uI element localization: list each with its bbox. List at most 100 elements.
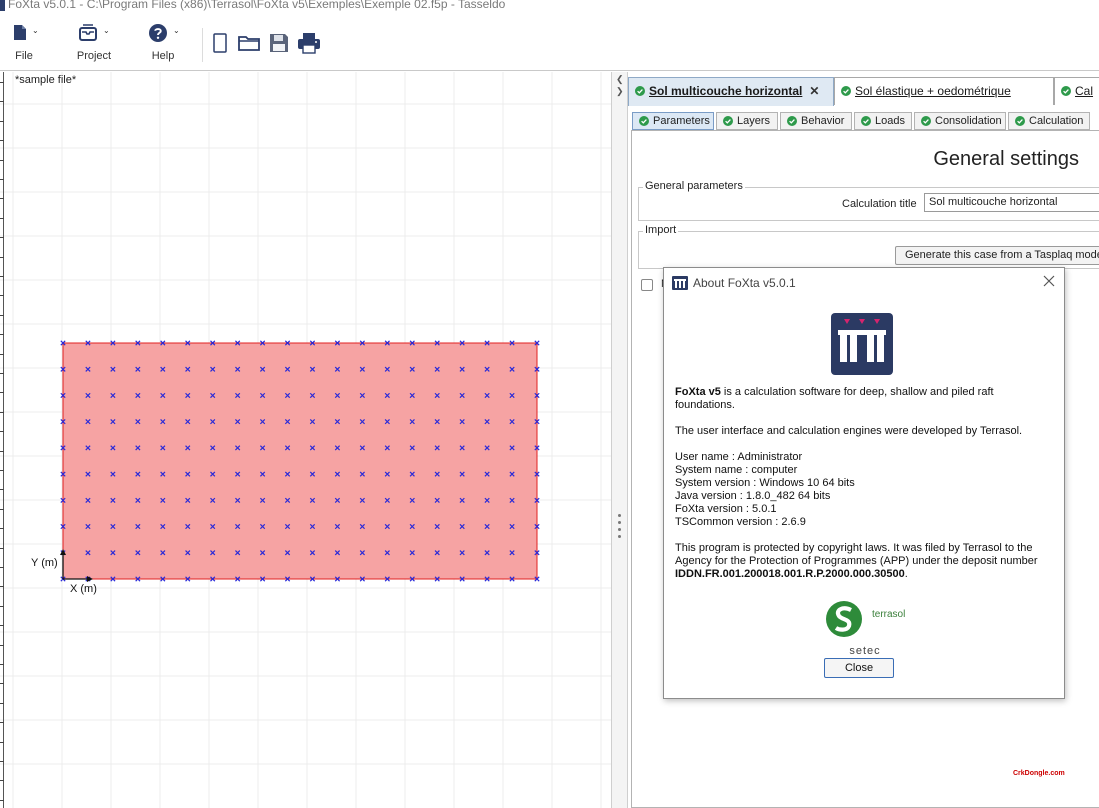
option-checkbox[interactable]: [641, 279, 653, 291]
generate-from-tasplaq-button[interactable]: Generate this case from a Tasplaq model: [895, 246, 1099, 265]
ruler-tick: [0, 761, 4, 762]
ruler-tick: [0, 800, 4, 801]
app-icon: [0, 0, 5, 11]
tab-calculation[interactable]: Calculation: [1008, 112, 1090, 130]
about-text: FoXta v5 is a calculation software for d…: [675, 386, 1055, 594]
file-caret-icon: ⌄: [32, 26, 39, 35]
tab-parameters[interactable]: Parameters: [632, 112, 714, 130]
ruler-tick: [0, 179, 4, 180]
ruler-tick: [0, 121, 4, 122]
foxta-app-icon: [672, 276, 688, 290]
calculation-title-input[interactable]: Sol multicouche horizontal: [924, 193, 1099, 212]
file-name-label: *sample file*: [15, 74, 77, 86]
toolbar-separator: [202, 28, 203, 62]
new-file-icon[interactable]: [208, 31, 232, 55]
ruler-tick: [0, 315, 4, 316]
tab-label: Loads: [875, 115, 905, 127]
check-icon: [635, 86, 645, 96]
ruler-tick: [0, 257, 4, 258]
intro-text: is a calculation software for deep, shal…: [675, 386, 994, 411]
ruler-tick: [0, 722, 4, 723]
sub-tabs: Parameters Layers Behavior Loads Consoli…: [632, 112, 1099, 130]
ruler-tick: [0, 645, 4, 646]
tab-loads[interactable]: Loads: [854, 112, 912, 130]
check-icon: [639, 116, 649, 126]
ruler-tick: [0, 586, 4, 587]
user-name-line: User name : Administrator: [675, 451, 803, 463]
tab-behavior[interactable]: Behavior: [780, 112, 852, 130]
ruler-tick: [0, 683, 4, 684]
ruler-tick: [0, 664, 4, 665]
ruler-tick: [0, 334, 4, 335]
group-legend: General parameters: [643, 180, 745, 192]
tab-sol-elastique[interactable]: Sol élastique + oedométrique: [834, 77, 1054, 105]
foxta-logo: [831, 313, 893, 375]
ruler-tick: [0, 742, 4, 743]
y-axis-label: Y (m): [31, 557, 58, 569]
file-menu-button[interactable]: ⌄ File: [4, 14, 44, 71]
ruler-tick: [0, 470, 4, 471]
deposit-number: IDDN.FR.001.200018.001.R.P.2000.000.3050…: [675, 568, 905, 580]
import-group: Import Generate this case from a Tasplaq…: [638, 224, 1099, 269]
tab-label: Calculation: [1029, 115, 1084, 127]
print-icon[interactable]: [297, 31, 321, 55]
collapse-left-icon[interactable]: ❮: [616, 74, 624, 85]
ruler-tick: [0, 567, 4, 568]
drag-handle-icon[interactable]: [618, 514, 622, 542]
check-icon: [787, 116, 797, 126]
save-icon[interactable]: [267, 31, 291, 55]
project-menu-label: Project: [76, 50, 112, 62]
ruler-tick: [0, 101, 4, 102]
ruler-tick: [0, 218, 4, 219]
dialog-close-icon[interactable]: [1042, 274, 1056, 288]
tscommon-version-line: TSCommon version : 2.6.9: [675, 516, 806, 528]
help-menu-label: Help: [151, 50, 175, 62]
section-title: General settings: [933, 148, 1079, 170]
check-icon: [861, 116, 871, 126]
setec-label: setec: [849, 645, 881, 657]
ruler-tick: [0, 373, 4, 374]
about-dialog: About FoXta v5.0.1 FoXta v5 is a calcula…: [663, 267, 1065, 699]
system-info: User name : Administrator System name : …: [675, 451, 1055, 529]
tab-label: Behavior: [801, 115, 845, 127]
tab-consolidation[interactable]: Consolidation: [914, 112, 1006, 130]
ruler-tick: [0, 780, 4, 781]
ruler-tick: [0, 489, 4, 490]
close-tab-icon[interactable]: ✕: [809, 84, 819, 98]
canvas-grid: Y (m) X (m): [0, 72, 611, 808]
tab-sol-multicouche[interactable]: Sol multicouche horizontal ✕: [628, 77, 834, 106]
tab-layers[interactable]: Layers: [716, 112, 778, 130]
copyright-end: .: [904, 568, 908, 580]
open-folder-icon[interactable]: [237, 31, 261, 55]
ruler-tick: [0, 451, 4, 452]
ruler-tick: [0, 548, 4, 549]
help-menu-button[interactable]: ⌄ Help: [143, 14, 183, 71]
close-button[interactable]: Close: [824, 658, 894, 678]
check-icon: [1061, 86, 1071, 96]
app-window: FoXta v5.0.1 - C:\Program Files (x86)\Te…: [0, 0, 1099, 808]
system-name-line: System name : computer: [675, 464, 798, 476]
tab-label: Cal: [1075, 84, 1094, 98]
geometry-canvas[interactable]: Y (m) X (m) *sample file*: [0, 72, 611, 808]
group-legend: Import: [643, 224, 679, 236]
ruler-tick: [0, 412, 4, 413]
pane-splitter[interactable]: ❮ ❯: [611, 72, 628, 808]
ruler-tick: [0, 606, 4, 607]
tab-calcul[interactable]: Cal: [1054, 77, 1099, 105]
tab-label: Consolidation: [935, 115, 1002, 127]
project-menu-button[interactable]: ⌄ Project: [70, 14, 118, 71]
ruler-tick: [0, 703, 4, 704]
project-caret-icon: ⌄: [103, 26, 110, 35]
ruler-tick: [0, 392, 4, 393]
ruler-tick: [0, 625, 4, 626]
vertical-ruler: [0, 72, 4, 808]
collapse-right-icon[interactable]: ❯: [616, 86, 624, 97]
ruler-tick: [0, 295, 4, 296]
ruler-tick: [0, 198, 4, 199]
about-developed: The user interface and calculation engin…: [675, 425, 1023, 437]
ruler-tick: [0, 431, 4, 432]
check-icon: [921, 116, 931, 126]
tab-label: Sol multicouche horizontal: [649, 84, 803, 98]
title-bar: FoXta v5.0.1 - C:\Program Files (x86)\Te…: [0, 0, 1099, 14]
foundation-slab: [62, 342, 538, 580]
